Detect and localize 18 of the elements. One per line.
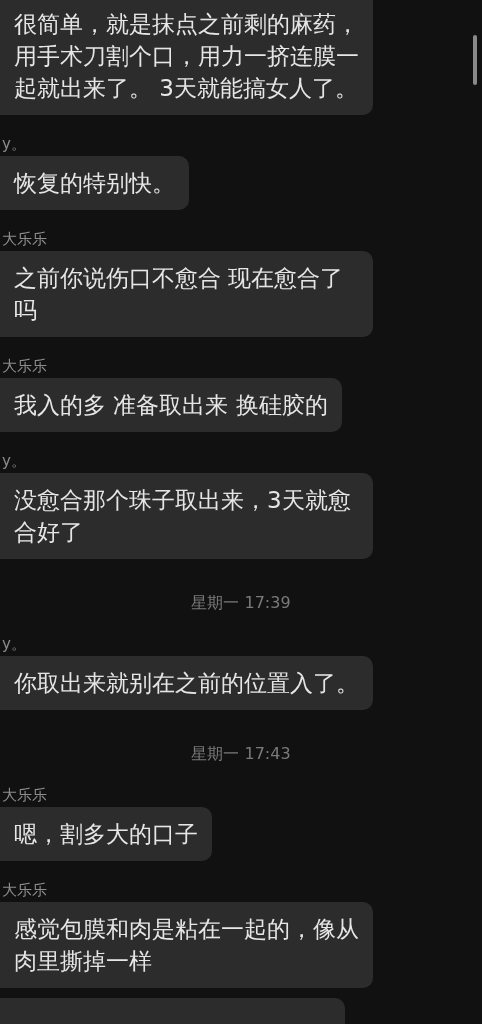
message-bubble: 我入的多 准备取出来 换硅胶的 bbox=[0, 378, 342, 432]
timestamp: 星期一 17:39 bbox=[191, 593, 291, 613]
message-bubble: 没愈合那个珠子取出来，3天就愈合好了 bbox=[0, 473, 373, 559]
message-bubble: 恢复的特别快。 bbox=[0, 156, 189, 210]
timestamp: 星期一 17:43 bbox=[191, 744, 291, 764]
message-bubble: 很简单，就是抹点之前剩的麻药，用手术刀割个口，用力一挤连膜一起就出来了。 3天就能搞女人了。 bbox=[0, 0, 373, 115]
sender-name: 大乐乐 bbox=[1, 881, 47, 899]
sender-name: y。 bbox=[1, 635, 26, 653]
message-bubble: 之前你说伤口不愈合 现在愈合了吗 bbox=[0, 251, 373, 337]
message-bubble: 嗯，割多大的口子 bbox=[0, 807, 212, 861]
sender-name: y。 bbox=[1, 452, 26, 470]
sender-name: 大乐乐 bbox=[1, 357, 47, 375]
scrollbar-thumb[interactable] bbox=[473, 35, 477, 85]
message-bubble: 你取出来就别在之前的位置入了。 bbox=[0, 656, 373, 710]
message-bubble: 感觉包膜和肉是粘在一起的，像从肉里撕掉一样 bbox=[0, 902, 373, 988]
sender-name: y。 bbox=[1, 135, 26, 153]
sender-name: 大乐乐 bbox=[1, 786, 47, 804]
sender-name: 大乐乐 bbox=[1, 230, 47, 248]
